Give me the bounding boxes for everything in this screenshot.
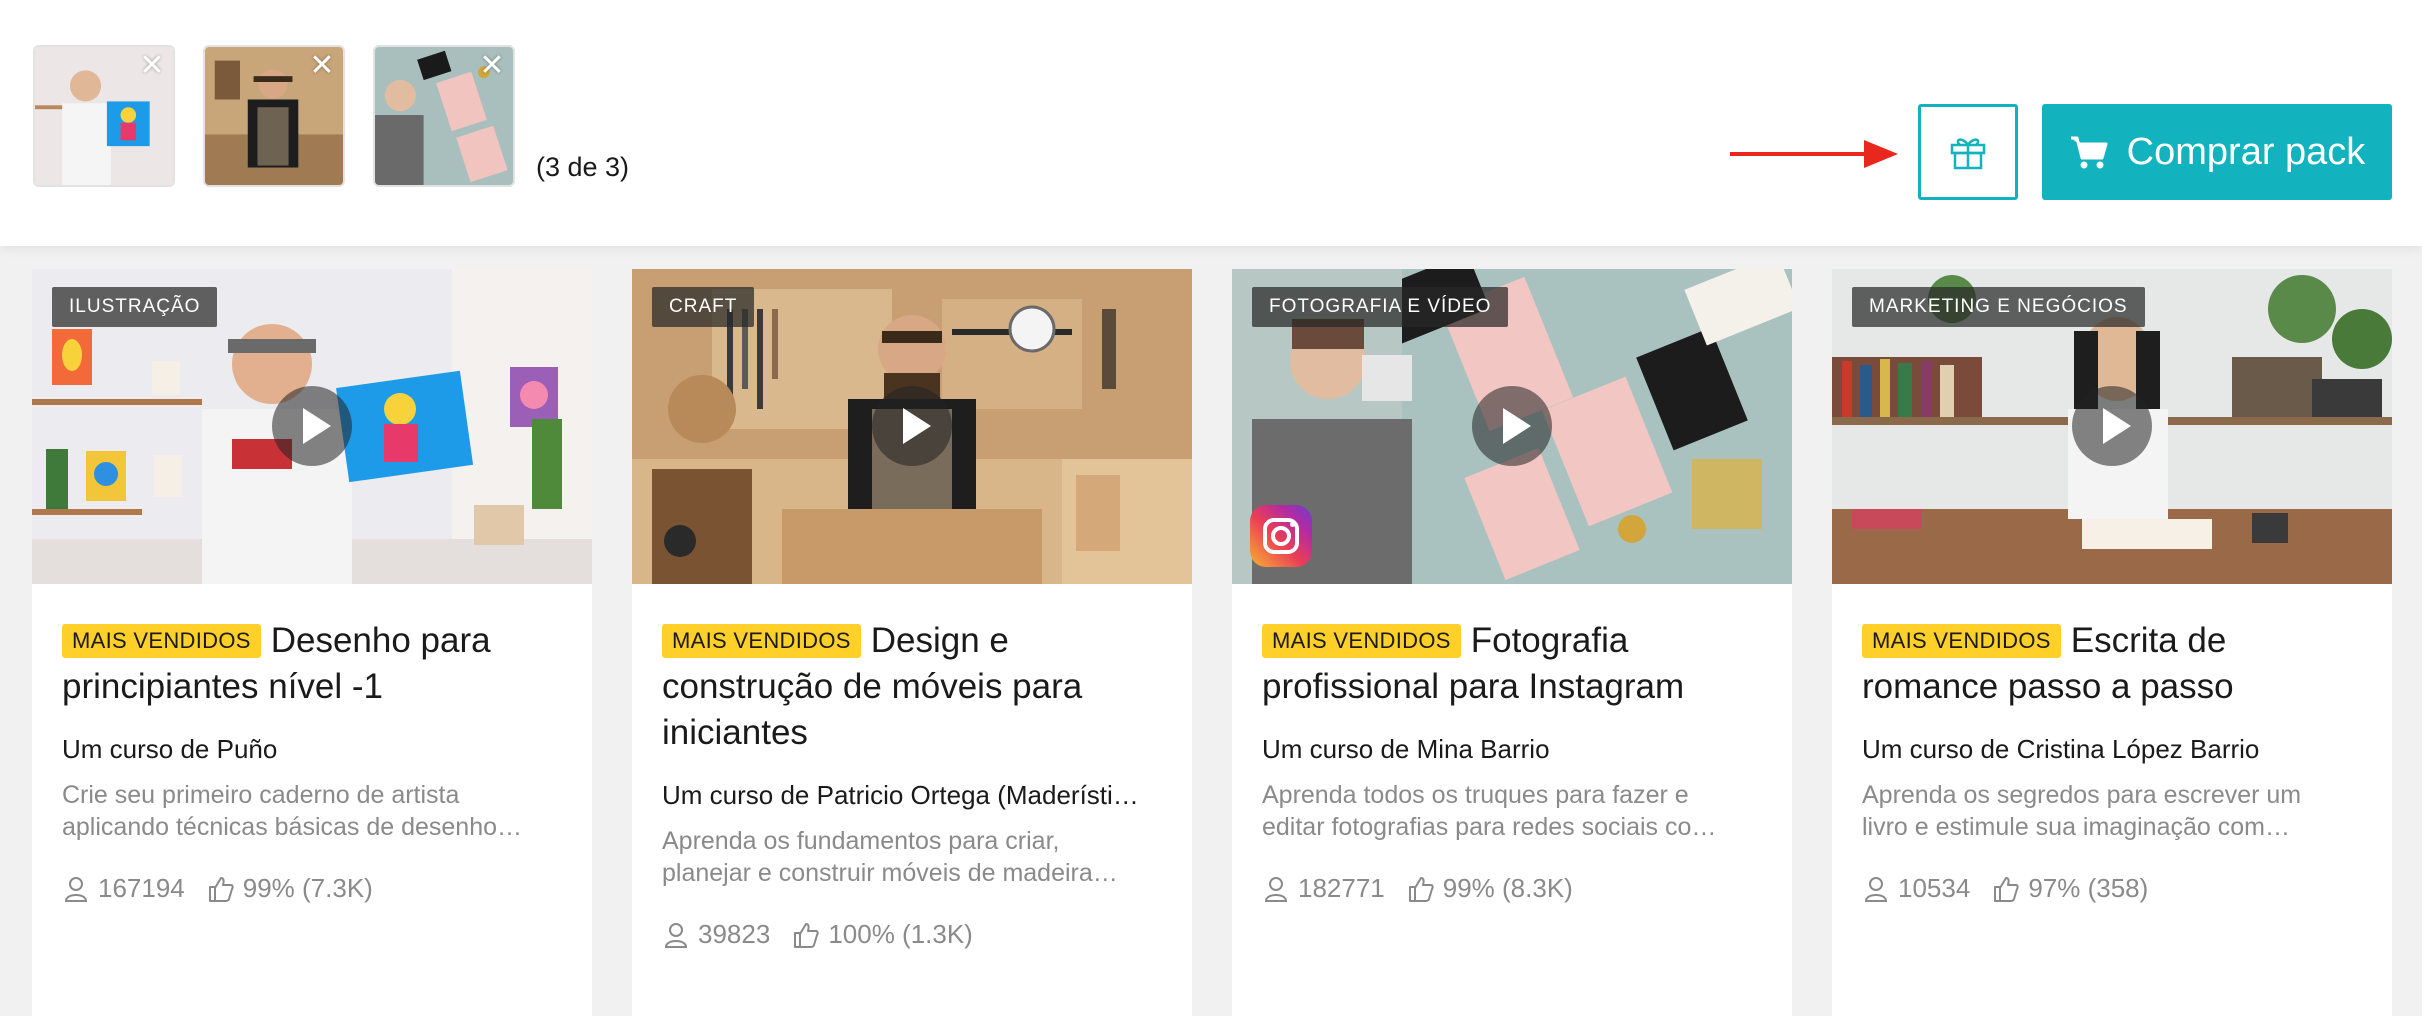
description-line: Crie seu primeiro caderno de artista — [62, 781, 460, 809]
selected-course-thumbnail[interactable]: ✕ — [203, 45, 345, 187]
students-stat: 10534 — [1862, 873, 1970, 904]
students-count: 167194 — [98, 873, 185, 903]
description-line: editar fotografias para redes sociais co… — [1262, 813, 1717, 841]
course-card[interactable]: MARKETING E NEGÓCIOS MAIS VENDIDOS Escrit… — [1832, 269, 2392, 1016]
selection-count: (3 de 3) — [536, 152, 630, 182]
category-tag: FOTOGRAFIA E VÍDEO — [1252, 287, 1509, 327]
play-icon[interactable] — [1472, 386, 1552, 466]
play-icon[interactable] — [272, 386, 352, 466]
remove-course-icon[interactable]: ✕ — [139, 51, 165, 81]
gift-icon — [1950, 138, 1986, 170]
students-count: 39823 — [698, 919, 771, 949]
user-icon — [1864, 876, 1888, 902]
rating-value: 99% (8.3K) — [1442, 873, 1573, 903]
course-title[interactable]: MAIS VENDIDOS Fotografia profissional par… — [1262, 618, 1762, 710]
rating-stat: 100% (1.3K) — [792, 919, 973, 950]
course-card[interactable]: FOTOGRAFIA E VÍDEO MAIS VENDIDOS Fotograf… — [1232, 269, 1792, 1016]
category-tag: ILUSTRAÇÃO — [52, 287, 218, 327]
course-title[interactable]: MAIS VENDIDOS Desenho para principiantes … — [62, 618, 562, 710]
course-grid: ILUSTRAÇÃO MAIS VENDIDOS Desenho para pri… — [32, 269, 2392, 1016]
gift-button[interactable] — [1918, 104, 2018, 200]
buy-pack-button[interactable]: Comprar pack — [2042, 104, 2392, 200]
rating-value: 100% (1.3K) — [828, 919, 973, 949]
description-line: livro e estimule sua imaginação com… — [1862, 813, 2290, 841]
cart-icon — [2070, 136, 2108, 169]
course-stats: 182771 99% (8.3K) — [1262, 873, 1762, 904]
course-description: Aprenda os fundamentos para criar, plane… — [662, 825, 1162, 889]
course-author: Um curso de Mina Barrio — [1262, 734, 1550, 764]
students-count: 10534 — [1898, 873, 1971, 903]
description-line: Aprenda todos os truques para fazer e — [1262, 781, 1689, 809]
course-card[interactable]: ILUSTRAÇÃO MAIS VENDIDOS Desenho para pri… — [32, 269, 592, 1016]
selected-course-thumbnail[interactable]: ✕ — [33, 45, 175, 187]
course-video-preview[interactable]: MARKETING E NEGÓCIOS — [1832, 269, 2392, 584]
thumbs-up-icon — [794, 922, 819, 948]
play-icon[interactable] — [872, 386, 952, 466]
selected-course-thumbnail[interactable]: ✕ — [373, 45, 515, 187]
remove-course-icon[interactable]: ✕ — [479, 51, 505, 81]
category-tag: MARKETING E NEGÓCIOS — [1852, 287, 2145, 327]
play-icon[interactable] — [2072, 386, 2152, 466]
rating-stat: 97% (358) — [1992, 873, 2148, 904]
course-title[interactable]: MAIS VENDIDOS Escrita de romance passo a … — [1862, 618, 2362, 710]
students-stat: 167194 — [62, 873, 185, 904]
course-author: Um curso de Patricio Ortega (Maderísti… — [662, 780, 1139, 810]
rating-value: 97% (358) — [2028, 873, 2149, 903]
course-description: Aprenda todos os truques para fazer e ed… — [1262, 779, 1762, 843]
students-count: 182771 — [1298, 873, 1385, 903]
description-line: planejar e construir móveis de madeira… — [662, 859, 1118, 887]
pack-selection-bar: ✕ ✕ ✕ (3 de 3) Comprar pack — [0, 0, 2422, 246]
course-stats: 167194 99% (7.3K) — [62, 873, 562, 904]
user-icon — [64, 876, 88, 902]
remove-course-icon[interactable]: ✕ — [309, 51, 335, 81]
course-card[interactable]: CRAFT MAIS VENDIDOS Design e construção d… — [632, 269, 1192, 1016]
rating-stat: 99% (8.3K) — [1407, 873, 1573, 904]
description-line: Aprenda os segredos para escrever um — [1862, 781, 2302, 809]
bestseller-badge: MAIS VENDIDOS — [1862, 624, 2061, 658]
course-video-preview[interactable]: ILUSTRAÇÃO — [32, 269, 592, 584]
bestseller-badge: MAIS VENDIDOS — [662, 624, 861, 658]
course-stats: 39823 100% (1.3K) — [662, 919, 1162, 950]
instagram-icon — [1250, 505, 1312, 567]
rating-stat: 99% (7.3K) — [207, 873, 373, 904]
course-video-preview[interactable]: FOTOGRAFIA E VÍDEO — [1232, 269, 1792, 584]
rating-value: 99% (7.3K) — [242, 873, 373, 903]
user-icon — [664, 922, 688, 948]
thumbs-up-icon — [1408, 876, 1434, 902]
course-stats: 10534 97% (358) — [1862, 873, 2362, 904]
students-stat: 39823 — [662, 919, 770, 950]
thumbs-up-icon — [208, 876, 234, 902]
buy-pack-label: Comprar pack — [2126, 130, 2366, 173]
category-tag: CRAFT — [652, 287, 755, 327]
bestseller-badge: MAIS VENDIDOS — [62, 624, 261, 658]
course-author: Um curso de Puño — [62, 734, 278, 764]
selected-courses: ✕ ✕ ✕ — [33, 45, 515, 187]
course-description: Crie seu primeiro caderno de artista apl… — [62, 779, 562, 843]
description-line: Aprenda os fundamentos para criar, — [662, 827, 1060, 855]
course-title[interactable]: MAIS VENDIDOS Design e construção de móve… — [662, 618, 1162, 756]
bestseller-badge: MAIS VENDIDOS — [1262, 624, 1461, 658]
students-stat: 182771 — [1262, 873, 1385, 904]
course-author: Um curso de Cristina López Barrio — [1862, 734, 2260, 764]
thumbs-up-icon — [1994, 876, 2019, 902]
course-video-preview[interactable]: CRAFT — [632, 269, 1192, 584]
user-icon — [1264, 876, 1288, 902]
annotation-arrow-icon — [1730, 140, 1898, 168]
course-description: Aprenda os segredos para escrever um liv… — [1862, 779, 2362, 843]
description-line: aplicando técnicas básicas de desenho… — [62, 813, 523, 841]
